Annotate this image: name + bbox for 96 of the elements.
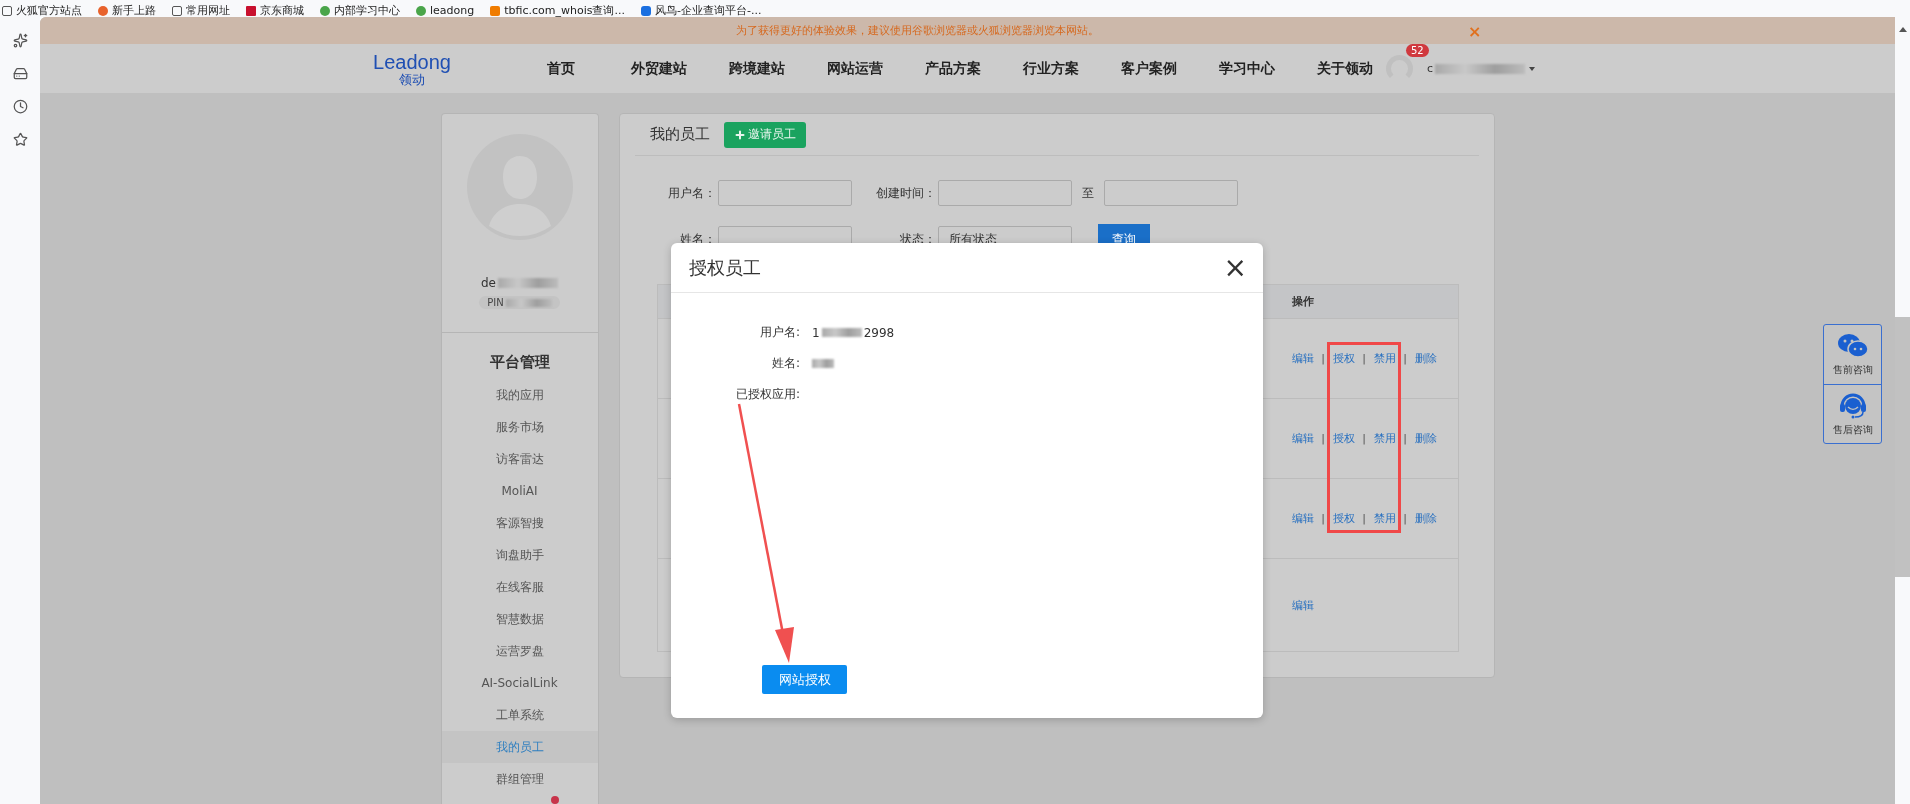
chat-bubbles-icon — [1836, 332, 1869, 359]
bookmark-icon — [320, 6, 330, 16]
plus-icon — [733, 128, 746, 141]
nav-link[interactable]: 行业方案 — [1016, 59, 1086, 78]
nav-link[interactable]: 客户案例 — [1114, 59, 1184, 78]
bookmark-icon — [172, 6, 182, 16]
bookmark[interactable]: 内部学习中心 — [320, 5, 400, 17]
bookmark[interactable]: leadong — [416, 5, 475, 17]
action-link[interactable]: 禁用 — [1373, 513, 1396, 524]
separator-text: | — [1402, 353, 1408, 364]
field-value: 1 2998 — [812, 325, 895, 340]
notification-badge: 52 — [1406, 44, 1429, 58]
action-link[interactable]: 授权 — [1332, 513, 1355, 524]
field-label: 用户名: — [758, 324, 800, 341]
bookmark[interactable]: 火狐官方站点 — [2, 5, 82, 17]
bookmark[interactable]: 常用网址 — [172, 5, 230, 17]
bookmark[interactable]: 京东商城 — [246, 5, 304, 17]
separator-text: | — [1320, 513, 1326, 524]
sidebar-item[interactable]: 服务市场 — [441, 411, 598, 443]
sidebar-item[interactable]: 工单系统 — [441, 699, 598, 731]
bookmark-icon — [98, 6, 108, 16]
action-link[interactable]: 编辑 — [1291, 599, 1314, 611]
star-icon[interactable] — [12, 132, 28, 147]
bookmark-icon — [641, 6, 651, 16]
sidebar-item[interactable]: 运营罗盘 — [441, 635, 598, 667]
nav-link[interactable]: 学习中心 — [1212, 59, 1282, 78]
clock-icon[interactable] — [12, 99, 28, 114]
action-link[interactable]: 授权 — [1332, 353, 1355, 364]
action-link[interactable]: 删除 — [1414, 353, 1437, 364]
sidebar-item[interactable]: AI-SocialLink — [441, 667, 598, 699]
separator-text: | — [1402, 513, 1408, 524]
action-link[interactable]: 删除 — [1414, 433, 1437, 444]
field-label: 创建时间： — [874, 184, 937, 202]
action-link[interactable]: 编辑 — [1291, 433, 1314, 444]
bookmark-icon — [246, 6, 256, 16]
profile-name: de — [481, 276, 558, 290]
sidebar-item[interactable]: 询盘助手 — [441, 539, 598, 571]
bookmark[interactable]: 新手上路 — [98, 5, 156, 17]
field-label: 已授权应用: — [734, 386, 800, 403]
action-link[interactable]: 编辑 — [1291, 513, 1314, 524]
field-label: 用户名： — [666, 184, 717, 202]
sidebar-item[interactable]: 我的员工 — [441, 731, 598, 763]
bookmark-icon — [416, 6, 426, 16]
nav-link[interactable]: 跨境建站 — [722, 59, 792, 78]
date-field[interactable] — [1103, 180, 1238, 206]
sidebar-item[interactable]: 在线客服 — [441, 571, 598, 603]
blurred-value — [812, 359, 834, 368]
action-link[interactable]: 授权 — [1332, 433, 1355, 444]
field-label: 姓名: — [770, 355, 800, 372]
notification-dot — [550, 796, 559, 804]
bookmark[interactable]: tbfic.com_whois查询... — [490, 5, 625, 17]
date-field[interactable] — [937, 180, 1072, 206]
sparkle-icon[interactable] — [12, 33, 28, 48]
username-field[interactable] — [717, 180, 852, 206]
scrollbar-thumb[interactable] — [1895, 317, 1910, 577]
support-link[interactable]: 售后咨询 — [1824, 384, 1881, 443]
separator-text: | — [1320, 433, 1326, 444]
sidebar-item[interactable]: 群组管理 — [441, 763, 598, 795]
bookmark[interactable]: 风鸟-企业查询平台-... — [641, 5, 762, 17]
logo[interactable]: Leadong 领动 — [370, 51, 454, 86]
support-link[interactable]: 售前咨询 — [1824, 325, 1881, 384]
dialog-title: 授权员工 — [689, 255, 761, 280]
nav-link[interactable]: 关于领动 — [1310, 59, 1380, 78]
notice-text: 为了获得更好的体验效果，建议使用谷歌浏览器或火狐浏览器浏览本网站。 — [736, 23, 1099, 39]
nav-link[interactable]: 网站运营 — [820, 59, 890, 78]
caret-icon[interactable] — [1529, 66, 1536, 71]
invite-button[interactable]: 邀请员工 — [723, 121, 806, 148]
sidebar-item[interactable]: 客源智搜 — [441, 507, 598, 539]
nav-link[interactable]: 外贸建站 — [624, 59, 694, 78]
sidebar-title: 平台管理 — [489, 353, 550, 372]
close-button[interactable]: × — [1223, 253, 1247, 282]
scroll-up-icon[interactable] — [1898, 27, 1907, 32]
nav-link[interactable]: 产品方案 — [918, 59, 988, 78]
separator-text: | — [1361, 513, 1367, 524]
action-link[interactable]: 编辑 — [1291, 353, 1314, 364]
drive-icon[interactable] — [12, 66, 28, 81]
action-link[interactable]: 删除 — [1414, 513, 1437, 524]
action-link[interactable]: 禁用 — [1373, 353, 1396, 364]
sidebar-item[interactable]: MoliAI — [441, 475, 598, 507]
profile-tag: PIN — [479, 296, 560, 309]
separator-text: | — [1361, 353, 1367, 364]
headset-icon — [1837, 391, 1868, 419]
action-link[interactable]: 禁用 — [1373, 433, 1396, 444]
bookmark-icon — [2, 6, 12, 16]
nav-link[interactable]: 首页 — [526, 59, 596, 78]
panel-title: 我的员工 — [649, 125, 710, 144]
bookmark-icon — [490, 6, 501, 16]
column-header: 操作 — [1291, 294, 1315, 309]
sidebar-item[interactable]: 我的应用 — [441, 379, 598, 411]
separator-text: | — [1361, 433, 1367, 444]
separator-text: | — [1320, 353, 1326, 364]
separator-text: | — [1402, 433, 1408, 444]
authorize-button[interactable]: 网站授权 — [762, 665, 847, 694]
sidebar-item[interactable]: 访客雷达 — [441, 443, 598, 475]
sidebar-item[interactable]: 智慧数据 — [441, 603, 598, 635]
range-label: 至 — [1081, 184, 1094, 202]
